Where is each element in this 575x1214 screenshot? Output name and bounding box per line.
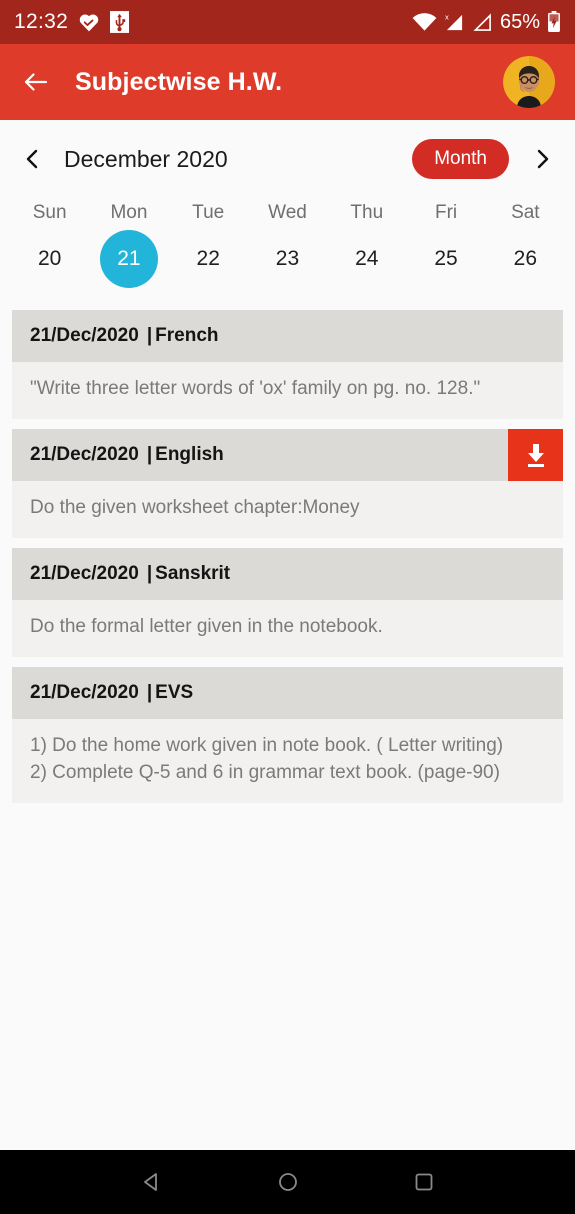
homework-subject: French [155,325,219,346]
homework-list: 21/Dec/2020 | French "Write three letter… [0,310,575,1150]
avatar[interactable] [503,56,555,108]
homework-separator: | [146,562,153,584]
page-title: Subjectwise H.W. [75,67,283,96]
homework-date: 21/Dec/2020 [30,443,139,465]
homework-subject: English [155,443,224,465]
card-header: 21/Dec/2020 | English [12,428,563,481]
calendar-controls: Month [412,139,559,179]
date-cell[interactable]: 25 [417,230,475,288]
date-cell[interactable]: 20 [21,230,79,288]
app-bar: Subjectwise H.W. [0,44,575,120]
heart-check-icon [78,12,100,32]
usb-icon [110,11,130,33]
status-bar-left: 12:32 [14,10,130,34]
card-header: 21/Dec/2020 | French [12,310,563,362]
nav-back-icon[interactable] [139,1169,165,1195]
app-root: 12:32 x 65% Subjectwise H.W. December 20… [0,0,575,1214]
weekday-tue: Tue [192,202,225,223]
weekday-sun: Sun [32,202,67,223]
battery-charging-icon [547,11,561,33]
weekday-mon: Mon [110,202,148,223]
signal-no-sim-icon: x [444,13,465,32]
weekday-thu: Thu [350,202,384,223]
homework-card[interactable]: 21/Dec/2020 | French "Write three letter… [12,310,563,419]
wifi-icon [412,12,437,32]
card-header-text: 21/Dec/2020 | English [12,429,508,481]
homework-description: "Write three letter words of 'ox' family… [12,362,563,419]
status-bar: 12:32 x 65% [0,0,575,44]
calendar-header: December 2020 Month [0,128,575,190]
date-cell-wrap: 20 [10,230,89,288]
homework-description: Do the formal letter given in the notebo… [12,599,563,657]
previous-month-chevron-icon[interactable] [16,142,50,176]
date-cell-wrap: 26 [486,230,565,288]
date-cell-wrap: 21 [89,230,168,288]
homework-separator: | [146,681,153,703]
card-header-text: 21/Dec/2020 | French [12,310,563,362]
back-arrow-icon[interactable] [20,66,52,98]
homework-description: Do the given worksheet chapter:Money [12,480,563,538]
homework-card[interactable]: 21/Dec/2020 | English Do the given works… [12,428,563,538]
download-button[interactable] [508,428,563,481]
weekday-wed: Wed [268,202,307,223]
homework-card[interactable]: 21/Dec/2020 | Sanskrit Do the formal let… [12,547,563,657]
card-header-text: 21/Dec/2020 | Sanskrit [12,548,563,600]
homework-subject: EVS [155,681,194,703]
date-row: 20 21 22 23 24 25 26 [0,230,575,310]
card-header: 21/Dec/2020 | Sanskrit [12,547,563,600]
svg-text:x: x [445,13,449,22]
weekday-header-row: Sun Mon Tue Wed Thu Fri Sat [0,190,575,230]
homework-subject: Sanskrit [155,562,231,584]
battery-percent: 65% [499,10,540,33]
date-cell-wrap: 23 [248,230,327,288]
signal-icon [472,12,493,32]
nav-recents-icon[interactable] [411,1169,437,1195]
nav-home-icon[interactable] [275,1169,301,1195]
homework-description: 1) Do the home work given in note book. … [12,718,563,803]
month-view-button[interactable]: Month [412,139,509,179]
calendar-strip: December 2020 Month Sun Mon Tue Wed Thu … [0,120,575,310]
download-icon [521,440,551,470]
card-header-text: 21/Dec/2020 | EVS [12,667,563,719]
date-cell-wrap: 22 [169,230,248,288]
android-nav-bar [0,1150,575,1214]
date-cell-wrap: 25 [406,230,485,288]
status-bar-right: x 65% [412,11,561,34]
homework-card[interactable]: 21/Dec/2020 | EVS 1) Do the home work gi… [12,666,563,803]
weekday-sat: Sat [511,202,540,223]
homework-separator: | [146,443,153,465]
date-cell-wrap: 24 [327,230,406,288]
date-cell[interactable]: 24 [338,230,396,288]
homework-date: 21/Dec/2020 [30,325,139,346]
next-month-chevron-icon[interactable] [525,142,559,176]
status-time: 12:32 [14,10,69,33]
date-cell[interactable]: 23 [258,230,316,288]
weekday-fri: Fri [434,202,458,223]
homework-separator: | [146,325,153,346]
homework-date: 21/Dec/2020 [30,681,139,703]
date-cell-selected[interactable]: 21 [99,230,158,288]
date-cell[interactable]: 22 [179,230,237,288]
homework-date: 21/Dec/2020 [30,562,139,584]
date-cell[interactable]: 26 [496,230,554,288]
calendar-month-label: December 2020 [64,145,228,172]
card-header: 21/Dec/2020 | EVS [12,666,563,719]
